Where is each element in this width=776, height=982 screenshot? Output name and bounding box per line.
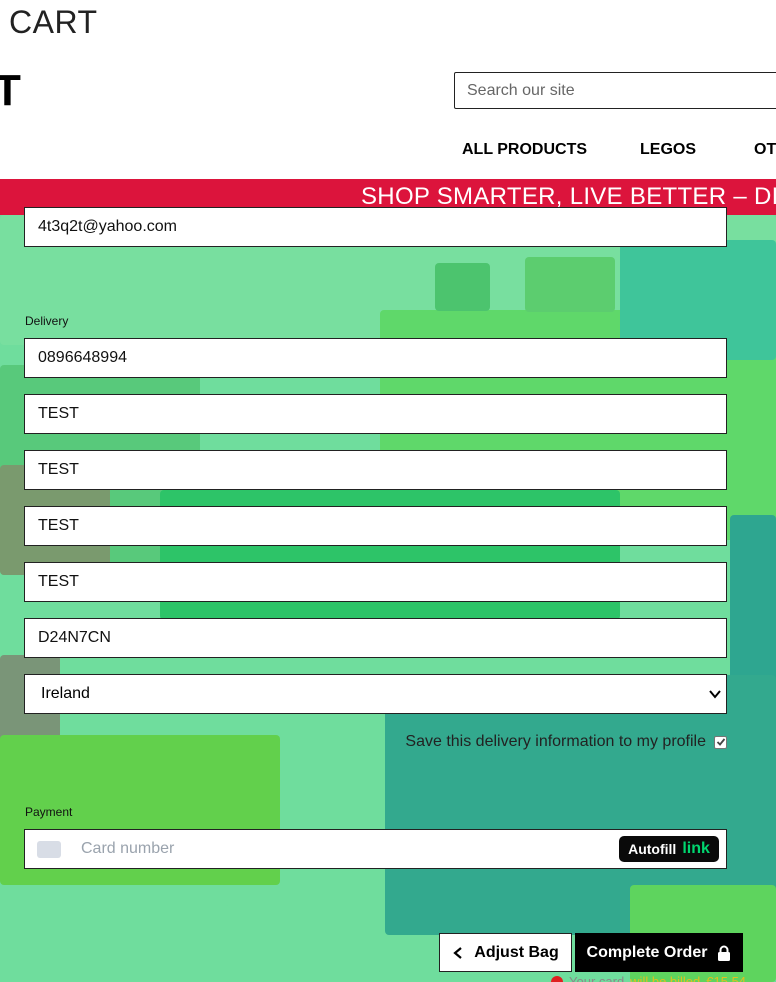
country-select[interactable]: Ireland xyxy=(24,674,727,714)
nav-item-legos[interactable]: LEGOS xyxy=(640,141,696,159)
checkmark-icon xyxy=(716,738,725,746)
link-logo: link xyxy=(682,840,710,857)
autofill-text: Autofill xyxy=(628,841,677,857)
brand-logo[interactable]: T xyxy=(0,66,21,116)
save-delivery-label: Save this delivery information to my pro… xyxy=(405,733,706,750)
search-box[interactable] xyxy=(454,72,776,109)
address-line2-field[interactable]: TEST xyxy=(24,450,727,490)
complete-order-label: Complete Order xyxy=(586,943,708,961)
nav-item-other[interactable]: OTI xyxy=(754,141,776,159)
bill-prefix: Your card xyxy=(569,974,625,982)
card-number-field[interactable]: Card number Autofill link xyxy=(24,829,727,869)
save-delivery-checkbox[interactable] xyxy=(714,735,727,749)
complete-order-button[interactable]: Complete Order xyxy=(575,933,743,972)
billing-note: Your card will be billed €15.54 xyxy=(551,974,746,982)
delivery-label: Delivery xyxy=(25,314,69,328)
county-field[interactable]: TEST xyxy=(24,562,727,602)
save-delivery-row[interactable]: Save this delivery information to my pro… xyxy=(405,733,727,751)
phone-field[interactable]: 0896648994 xyxy=(24,338,727,378)
bill-amount: €15.54 xyxy=(706,974,747,982)
chevron-down-icon xyxy=(709,690,721,699)
bill-mid: will be billed xyxy=(630,974,701,982)
address-line1-field[interactable]: TEST xyxy=(24,394,727,434)
alert-icon xyxy=(551,975,563,982)
nav-item-all-products[interactable]: ALL PRODUCTS xyxy=(462,141,587,159)
email-field[interactable]: 4t3q2t@yahoo.com xyxy=(24,207,727,247)
adjust-bag-button[interactable]: Adjust Bag xyxy=(439,933,572,972)
chevron-left-icon xyxy=(453,946,462,959)
town-field[interactable]: TEST xyxy=(24,506,727,546)
card-number-placeholder: Card number xyxy=(81,840,175,857)
adjust-bag-label: Adjust Bag xyxy=(474,943,559,961)
search-input[interactable] xyxy=(455,73,776,108)
page-title: CART xyxy=(9,4,98,40)
site-header: CART T ALL PRODUCTS LEGOS OTI xyxy=(0,0,776,179)
lock-icon xyxy=(718,945,731,961)
main-nav: ALL PRODUCTS LEGOS OTI xyxy=(0,141,776,161)
postcode-field[interactable]: D24N7CN xyxy=(24,618,727,658)
autofill-link-button[interactable]: Autofill link xyxy=(619,836,719,862)
payment-label: Payment xyxy=(25,805,73,819)
country-select-value: Ireland xyxy=(41,685,90,702)
credit-card-icon xyxy=(37,841,61,858)
